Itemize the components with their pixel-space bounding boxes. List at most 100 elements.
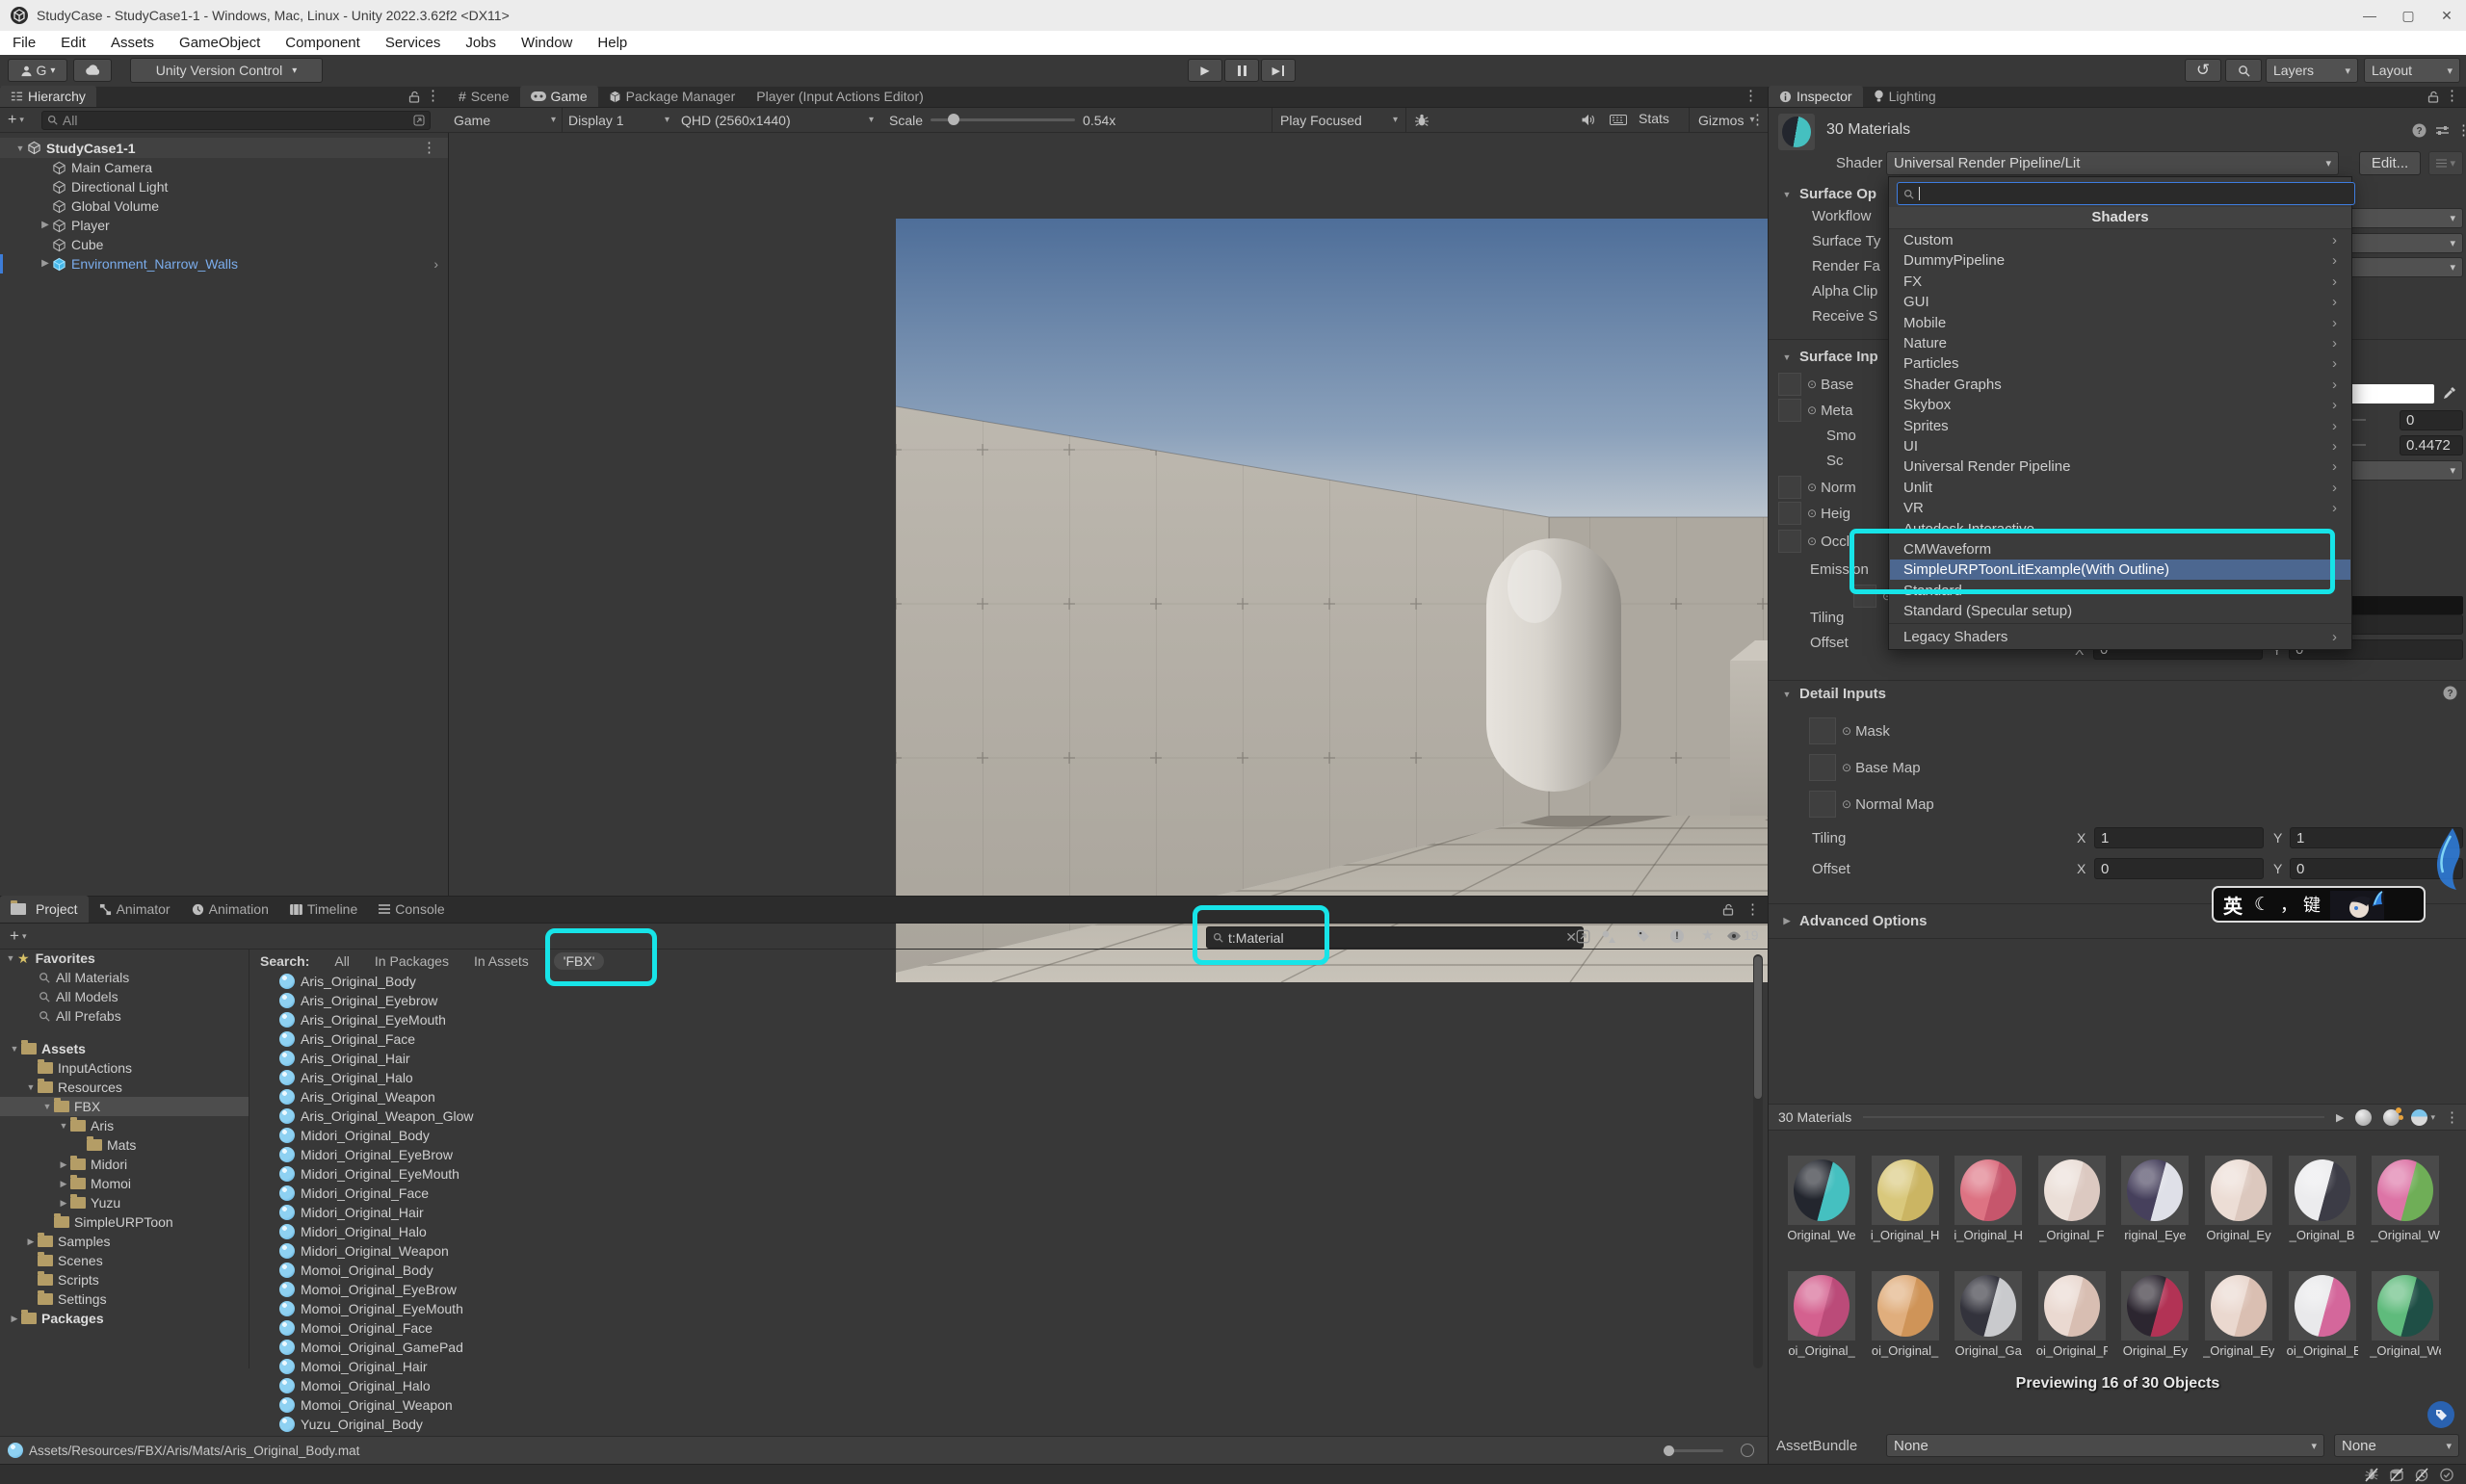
- tab-hierarchy[interactable]: Hierarchy: [0, 86, 96, 107]
- layers-dropdown[interactable]: Layers▾: [2266, 58, 2358, 83]
- undo-history-button[interactable]: ↺: [2185, 59, 2221, 82]
- folder-mats[interactable]: Mats: [0, 1135, 249, 1155]
- folder-resources[interactable]: ▼ Resources: [0, 1078, 249, 1097]
- assetbundle-dropdown[interactable]: None▾: [1886, 1434, 2324, 1457]
- material-thumb[interactable]: _Original_We: [2370, 1271, 2441, 1358]
- scale-slider[interactable]: [931, 118, 1075, 121]
- tab-game[interactable]: Game: [520, 86, 598, 107]
- menu-gameobject[interactable]: GameObject: [167, 31, 273, 55]
- hidden-count-icon[interactable]: !: [1670, 929, 1684, 943]
- shader-option-cmwaveform[interactable]: CMWaveform: [1890, 539, 2350, 560]
- ime-punct[interactable]: ，: [2280, 892, 2297, 917]
- shader-option-simpleurptoonlitexample-with-outline-[interactable]: SimpleURPToonLitExample(With Outline): [1890, 560, 2350, 580]
- material-thumb[interactable]: i_Original_H: [1953, 1156, 2024, 1242]
- asset-aris_original_weapon[interactable]: Aris_Original_Weapon: [249, 1087, 1751, 1106]
- folder-aris[interactable]: ▼ Aris: [0, 1116, 249, 1135]
- asset-store-icon[interactable]: [1601, 929, 1616, 944]
- shader-option-particles[interactable]: Particles›: [1890, 353, 2350, 374]
- asset-aris_original_eyemouth[interactable]: Aris_Original_EyeMouth: [249, 1010, 1751, 1029]
- tab-project[interactable]: Project: [0, 896, 89, 923]
- step-button[interactable]: ▶: [1261, 59, 1296, 82]
- resolution-dropdown[interactable]: QHD (2560x1440)▾: [675, 108, 879, 132]
- hierarchy-item-player[interactable]: ▶ Player: [0, 216, 448, 235]
- folder-scripts[interactable]: Scripts: [0, 1270, 249, 1289]
- folder-fbx[interactable]: ▼ FBX: [0, 1097, 249, 1116]
- debugger-bug-icon[interactable]: [1414, 114, 1430, 127]
- pause-button[interactable]: [1224, 59, 1259, 82]
- search-button[interactable]: [2225, 59, 2262, 82]
- material-thumb[interactable]: Original_Ga: [1953, 1271, 2024, 1358]
- assetbundle-variant-dropdown[interactable]: None▾: [2334, 1434, 2459, 1457]
- material-thumb[interactable]: Original_We: [1786, 1156, 1857, 1242]
- lock-icon[interactable]: [1722, 903, 1734, 916]
- asset-momoi_original_hair[interactable]: Momoi_Original_Hair: [249, 1357, 1751, 1376]
- detail-map-mask[interactable]: ⊙ Mask: [1769, 713, 2466, 749]
- pick-object-icon[interactable]: [413, 115, 425, 126]
- thumbnail-size-handle[interactable]: [1664, 1445, 1674, 1456]
- material-thumb[interactable]: oi_Original_: [1870, 1271, 1941, 1358]
- material-thumb[interactable]: _Original_Ey: [2203, 1271, 2274, 1358]
- asset-labels-badge[interactable]: [2427, 1401, 2454, 1428]
- layout-dropdown[interactable]: Layout▾: [2364, 58, 2460, 83]
- search-chip-fbx[interactable]: 'FBX': [554, 952, 605, 970]
- search-scope-in-packages[interactable]: In Packages: [375, 953, 449, 969]
- shader-search-input[interactable]: [1897, 182, 2355, 205]
- shader-option-gui[interactable]: GUI›: [1890, 292, 2350, 312]
- asset-midori_original_eyemouth[interactable]: Midori_Original_EyeMouth: [249, 1164, 1751, 1184]
- material-thumb[interactable]: i_Original_H: [1870, 1156, 1941, 1242]
- refresh-disabled-icon[interactable]: [2414, 1468, 2429, 1482]
- hierarchy-search-input[interactable]: All: [41, 111, 431, 130]
- scrollbar-thumb[interactable]: [1754, 956, 1762, 1099]
- ime-moon-icon[interactable]: ☽: [2254, 894, 2270, 916]
- folder-simpleurptoon[interactable]: SimpleURPToon: [0, 1212, 249, 1232]
- hierarchy-item-main-camera[interactable]: Main Camera: [0, 158, 448, 177]
- detail-tiling-x-field[interactable]: 1: [2094, 827, 2264, 848]
- shader-option-universal-render-pipeline[interactable]: Universal Render Pipeline›: [1890, 456, 2350, 477]
- asset-momoi_original_face[interactable]: Momoi_Original_Face: [249, 1318, 1751, 1338]
- menu-help[interactable]: Help: [585, 31, 640, 55]
- shader-option-ui[interactable]: UI›: [1890, 436, 2350, 456]
- close-button[interactable]: ✕: [2427, 8, 2466, 24]
- material-thumb[interactable]: _Original_F: [2036, 1156, 2108, 1242]
- menu-jobs[interactable]: Jobs: [453, 31, 509, 55]
- project-search-input[interactable]: t:Material ✕: [1206, 926, 1584, 949]
- asset-aris_original_weapon_glow[interactable]: Aris_Original_Weapon_Glow: [249, 1106, 1751, 1126]
- scene-header-row[interactable]: ▼ StudyCase1-1 ⋮: [0, 138, 448, 158]
- detail-inputs-header[interactable]: ▼Detail Inputs: [1780, 686, 1886, 702]
- shader-option-standard-specular-setup-[interactable]: Standard (Specular setup): [1890, 601, 2350, 621]
- preview-resize-handle[interactable]: [1863, 1116, 2324, 1118]
- surface-inputs-header[interactable]: ▼Surface Inp: [1780, 349, 1878, 365]
- metallic-field[interactable]: 0: [2400, 410, 2463, 430]
- texture-slot-norm[interactable]: ⊙ Norm: [1778, 476, 1856, 499]
- texture-slot-base[interactable]: ⊙ Base: [1778, 373, 1853, 396]
- folder-scenes[interactable]: Scenes: [0, 1251, 249, 1270]
- texture-slot-occl[interactable]: ⊙ Occl: [1778, 530, 1850, 553]
- ime-key[interactable]: 键: [2303, 892, 2321, 917]
- tab-timeline[interactable]: Timeline: [279, 896, 368, 923]
- project-menu-icon[interactable]: ⋮: [1745, 900, 1760, 918]
- thumbnail-size-slider[interactable]: [1664, 1449, 1723, 1452]
- shader-option-shader-graphs[interactable]: Shader Graphs›: [1890, 375, 2350, 395]
- preview-sphere-button[interactable]: [2355, 1109, 2372, 1126]
- favorite-all-models[interactable]: All Models: [0, 987, 249, 1006]
- search-scope-in-assets[interactable]: In Assets: [474, 953, 529, 969]
- menu-edit[interactable]: Edit: [48, 31, 98, 55]
- menu-file[interactable]: File: [0, 31, 48, 55]
- game-target-dropdown[interactable]: Game▾: [448, 108, 563, 132]
- add-object-caret[interactable]: ▾: [19, 115, 24, 125]
- ime-statusbar[interactable]: 英 ☽ ， 键: [2212, 886, 2426, 923]
- smoothness-field[interactable]: 0.4472: [2400, 435, 2463, 456]
- material-thumb[interactable]: riginal_Eye: [2119, 1156, 2191, 1242]
- shader-option-dummypipeline[interactable]: DummyPipeline›: [1890, 250, 2350, 271]
- game-panel-menu-icon[interactable]: ⋮: [1744, 87, 1758, 104]
- preview-play-button[interactable]: ▶: [2336, 1111, 2344, 1124]
- play-focused-dropdown[interactable]: Play Focused▾: [1272, 108, 1406, 132]
- display-dropdown[interactable]: Display 1▾: [563, 108, 675, 132]
- preview-render-mode-dropdown[interactable]: ▾: [2411, 1109, 2435, 1126]
- menu-component[interactable]: Component: [273, 31, 373, 55]
- asset-aris_original_face[interactable]: Aris_Original_Face: [249, 1029, 1751, 1049]
- keyboard-icon[interactable]: [1610, 115, 1627, 125]
- favorite-all-materials[interactable]: All Materials: [0, 968, 249, 987]
- version-control-dropdown[interactable]: Unity Version Control ▾: [130, 58, 323, 83]
- create-asset-caret[interactable]: ▾: [22, 931, 27, 942]
